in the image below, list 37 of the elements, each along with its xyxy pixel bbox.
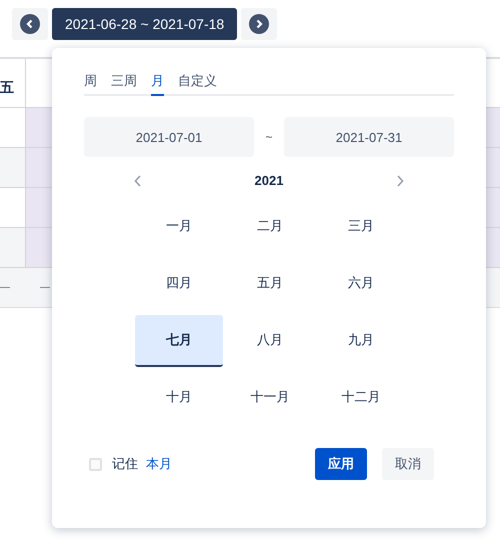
current-month-link[interactable]: 本月 xyxy=(146,455,172,473)
remember-label: 记住 xyxy=(112,455,138,473)
month-cell[interactable]: 七月 xyxy=(135,315,223,367)
table-cell: — xyxy=(0,282,10,293)
month-cell[interactable]: 九月 xyxy=(317,315,405,367)
chevron-right-icon xyxy=(396,174,404,186)
month-cell[interactable]: 五月 xyxy=(226,258,314,310)
date-range-button[interactable]: 2021-06-28 ~ 2021-07-18 xyxy=(52,8,238,40)
remember-checkbox[interactable] xyxy=(89,458,102,470)
end-date-field[interactable]: 2021-07-31 xyxy=(284,117,454,157)
previous-year-button[interactable] xyxy=(134,174,142,186)
cancel-button[interactable]: 取消 xyxy=(382,448,434,480)
range-separator: ~ xyxy=(264,130,274,144)
table-cell: — xyxy=(40,282,50,293)
month-cell[interactable]: 二月 xyxy=(226,201,314,253)
next-button[interactable] xyxy=(241,8,278,40)
column-header: 五 xyxy=(0,59,26,107)
period-tab[interactable]: 周 xyxy=(84,72,97,96)
period-tab[interactable]: 月 xyxy=(151,72,164,96)
year-label: 2021 xyxy=(254,173,284,188)
next-year-button[interactable] xyxy=(396,174,404,186)
month-cell[interactable]: 六月 xyxy=(317,258,405,310)
month-cell[interactable]: 十月 xyxy=(135,372,223,424)
period-tab[interactable]: 三周 xyxy=(111,72,137,96)
month-cell[interactable]: 十二月 xyxy=(317,372,405,424)
month-cell[interactable]: 四月 xyxy=(135,258,223,310)
month-cell[interactable]: 八月 xyxy=(226,315,314,367)
month-cell[interactable]: 十一月 xyxy=(226,372,314,424)
month-cell[interactable]: 一月 xyxy=(135,201,223,253)
month-cell[interactable]: 三月 xyxy=(317,201,405,253)
apply-button[interactable]: 应用 xyxy=(315,448,367,480)
chevron-left-icon xyxy=(20,14,40,34)
period-tab[interactable]: 自定义 xyxy=(178,72,217,96)
chevron-left-icon xyxy=(134,174,142,186)
chevron-right-icon xyxy=(249,14,270,34)
start-date-field[interactable]: 2021-07-01 xyxy=(84,117,254,157)
previous-button[interactable] xyxy=(12,8,48,40)
